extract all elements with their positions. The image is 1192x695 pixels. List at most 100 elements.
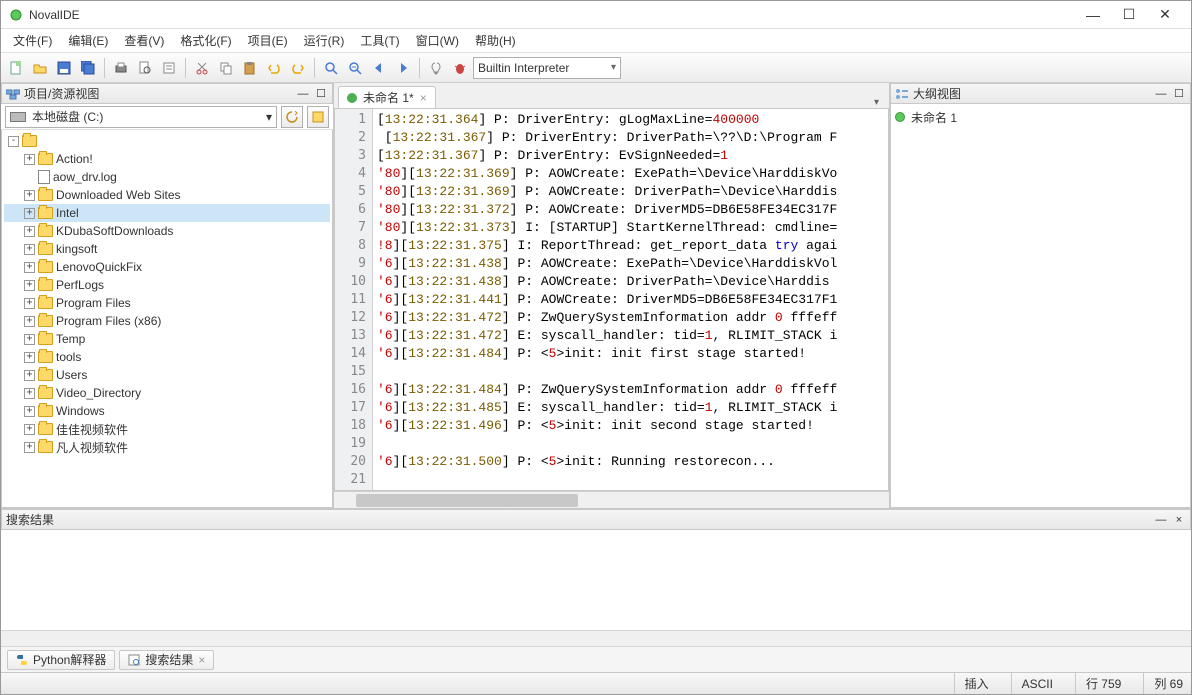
tab-overflow-icon[interactable]: ▾ [868, 97, 885, 108]
tree-item[interactable]: + KDubaSoftDownloads [4, 222, 330, 240]
tree-item[interactable]: +PerfLogs [4, 276, 330, 294]
expander-icon[interactable]: + [24, 244, 35, 255]
menu-item[interactable]: 项目(E) [240, 30, 296, 51]
debug-icon[interactable] [449, 57, 471, 79]
file-tree[interactable]: - +Action!aow_drv.log+Downloaded Web Site… [1, 130, 333, 508]
menu-item[interactable]: 格式化(F) [172, 30, 239, 51]
panel-min-button[interactable]: — [296, 87, 310, 101]
expander-icon[interactable]: + [24, 442, 35, 453]
find-in-files-icon[interactable] [134, 57, 156, 79]
panel-min-button[interactable]: — [1154, 87, 1168, 101]
expander-icon[interactable]: - [8, 136, 19, 147]
toggle-button[interactable] [307, 106, 329, 128]
tree-item[interactable]: + Video_Directory [4, 384, 330, 402]
menu-item[interactable]: 帮助(H) [467, 30, 524, 51]
expander-icon[interactable]: + [24, 424, 35, 435]
horizontal-scrollbar[interactable] [334, 491, 889, 508]
expander-icon[interactable]: + [24, 406, 35, 417]
paste-icon[interactable] [239, 57, 261, 79]
tree-item[interactable]: - [4, 132, 330, 150]
tree-item[interactable]: +佳佳视频软件 [4, 420, 330, 438]
panel-icon [6, 88, 20, 100]
maximize-button[interactable]: ☐ [1111, 4, 1147, 26]
cut-icon[interactable] [191, 57, 213, 79]
redo-icon[interactable] [287, 57, 309, 79]
panel-close-button[interactable]: ☐ [314, 87, 328, 101]
tree-item-label: Video_Directory [56, 386, 141, 400]
expander-icon[interactable]: + [24, 154, 35, 165]
disk-icon [10, 112, 26, 122]
expander-icon[interactable]: + [24, 190, 35, 201]
expander-icon[interactable]: + [24, 352, 35, 363]
undo-icon[interactable] [263, 57, 285, 79]
expander-icon[interactable]: + [24, 280, 35, 291]
close-button[interactable]: ✕ [1147, 4, 1183, 26]
project-panel: 项目/资源视图 — ☐ 本地磁盘 (C:) ▾ -+Action!aow_drv… [1, 83, 334, 508]
bottom-tabstrip: Python解释器 搜索结果 × [1, 646, 1191, 672]
expander-icon[interactable]: + [24, 388, 35, 399]
tree-item-label: KDubaSoftDownloads [56, 224, 173, 238]
tree-item[interactable]: +Action! [4, 150, 330, 168]
print-icon[interactable] [110, 57, 132, 79]
interpreter-dropdown[interactable]: Builtin Interpreter ▾ [473, 57, 621, 79]
search-icon[interactable] [320, 57, 342, 79]
run-icon[interactable] [425, 57, 447, 79]
menu-item[interactable]: 文件(F) [5, 30, 60, 51]
tree-item[interactable]: +Users [4, 366, 330, 384]
code-view[interactable]: [13:22:31.364] P: DriverEntry: gLogMaxLi… [373, 109, 888, 490]
outline-item[interactable]: 未命名 1 [895, 108, 1186, 126]
tab-label: 未命名 1* [363, 89, 414, 106]
tree-item[interactable]: +Windows [4, 402, 330, 420]
panel-min-button[interactable]: — [1154, 513, 1168, 527]
editor-tab[interactable]: 未命名 1* × [338, 86, 436, 108]
tree-item[interactable]: +tools [4, 348, 330, 366]
drive-dropdown[interactable]: 本地磁盘 (C:) ▾ [5, 106, 277, 128]
zoom-reset-icon[interactable] [344, 57, 366, 79]
tree-item[interactable]: +Program Files (x86) [4, 312, 330, 330]
tab-close-icon[interactable]: × [420, 91, 427, 105]
menu-item[interactable]: 查看(V) [116, 30, 172, 51]
titlebar: NovalIDE — ☐ ✕ [1, 1, 1191, 29]
forward-icon[interactable] [392, 57, 414, 79]
expander-icon[interactable]: + [24, 370, 35, 381]
save-all-icon[interactable] [77, 57, 99, 79]
expander-icon[interactable]: + [24, 316, 35, 327]
expander-icon[interactable]: + [24, 262, 35, 273]
menu-item[interactable]: 运行(R) [296, 30, 353, 51]
save-icon[interactable] [53, 57, 75, 79]
tree-item[interactable]: +Program Files [4, 294, 330, 312]
refresh-button[interactable] [281, 106, 303, 128]
expander-icon[interactable]: + [24, 226, 35, 237]
search-scrollbar[interactable] [1, 630, 1191, 646]
tree-item[interactable]: +Intel [4, 204, 330, 222]
panel-close-button[interactable]: × [1172, 513, 1186, 527]
new-file-icon[interactable] [5, 57, 27, 79]
tree-item[interactable]: +Downloaded Web Sites [4, 186, 330, 204]
interpreter-label: Builtin Interpreter [478, 61, 569, 75]
expander-icon[interactable]: + [24, 298, 35, 309]
expander-icon [24, 172, 35, 183]
minimize-button[interactable]: — [1075, 4, 1111, 26]
tab-python-interpreter[interactable]: Python解释器 [7, 650, 115, 670]
tab-close-icon[interactable]: × [198, 653, 205, 667]
expander-icon[interactable]: + [24, 334, 35, 345]
search-results-body[interactable] [1, 530, 1191, 630]
drive-row: 本地磁盘 (C:) ▾ [1, 104, 333, 130]
properties-icon[interactable] [158, 57, 180, 79]
menu-item[interactable]: 工具(T) [352, 30, 407, 51]
expander-icon[interactable]: + [24, 208, 35, 219]
open-icon[interactable] [29, 57, 51, 79]
tree-item[interactable]: +Temp [4, 330, 330, 348]
tab-search-results[interactable]: 搜索结果 × [119, 650, 214, 670]
tree-item[interactable]: +凡人视频软件 [4, 438, 330, 456]
tree-item[interactable]: +kingsoft [4, 240, 330, 258]
panel-close-button[interactable]: ☐ [1172, 87, 1186, 101]
outline-item-label: 未命名 1 [911, 109, 957, 126]
menu-item[interactable]: 编辑(E) [60, 30, 116, 51]
back-icon[interactable] [368, 57, 390, 79]
search-panel-title: 搜索结果 [6, 511, 1150, 528]
tree-item[interactable]: aow_drv.log [4, 168, 330, 186]
tree-item[interactable]: +LenovoQuickFix [4, 258, 330, 276]
menu-item[interactable]: 窗口(W) [408, 30, 467, 51]
copy-icon[interactable] [215, 57, 237, 79]
